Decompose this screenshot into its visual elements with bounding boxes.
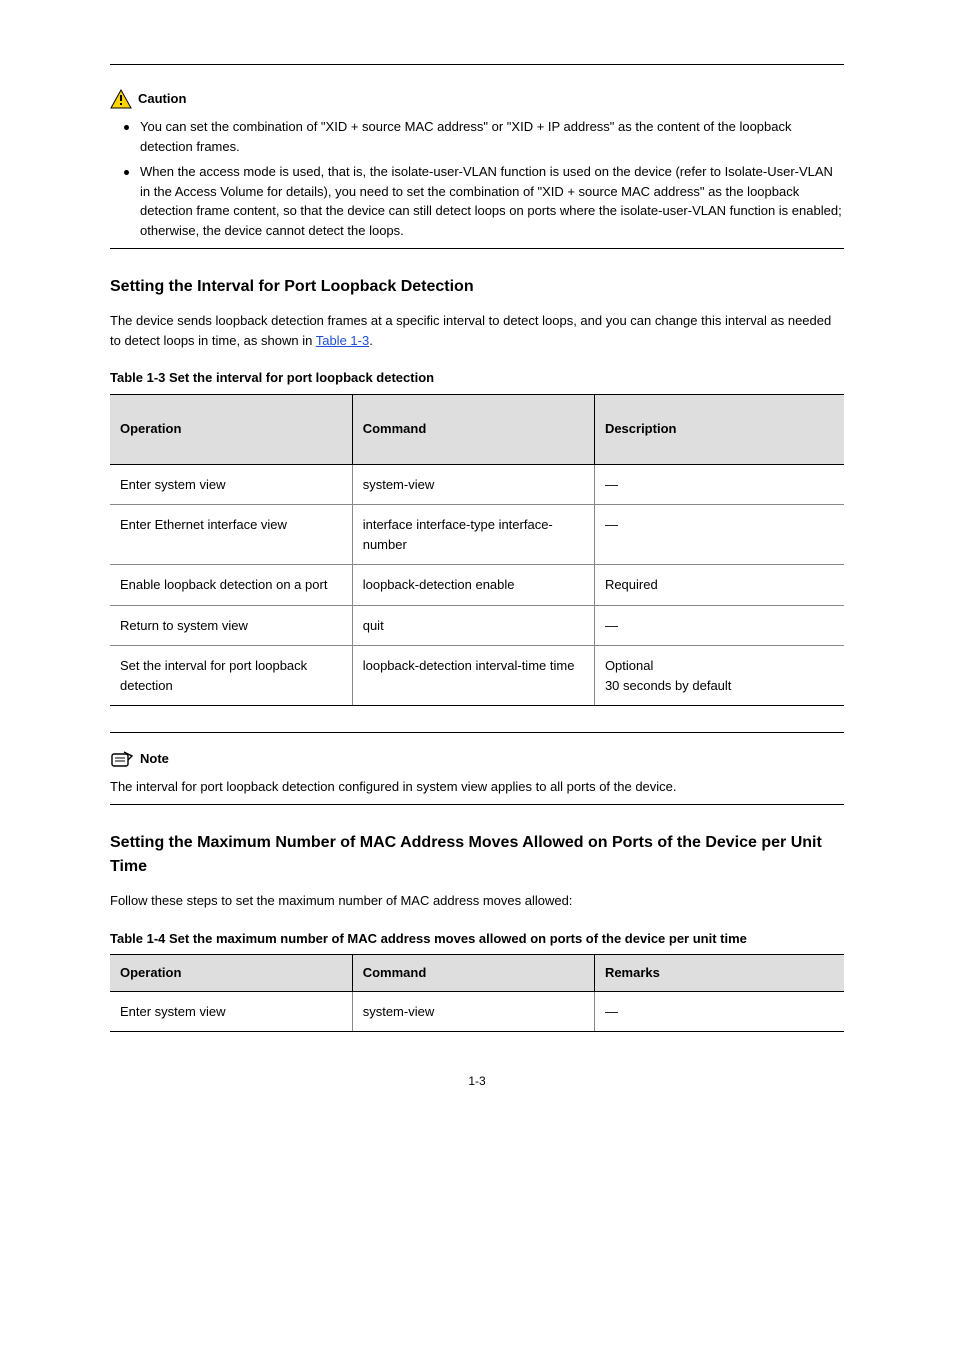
cell-command: loopback-detection enable (352, 565, 594, 606)
page-number: 1-3 (110, 1072, 844, 1090)
col-command: Command (352, 394, 594, 464)
section1-intro-tail: . (369, 333, 373, 348)
table-row: Set the interval for port loopback detec… (110, 646, 844, 706)
table1-caption: Table 1-3 Set the interval for port loop… (110, 368, 844, 388)
note-bottom-rule (110, 804, 844, 805)
caution-header: Caution (110, 89, 844, 109)
table-header-row: Operation Command Remarks (110, 955, 844, 992)
cell-operation: Enter Ethernet interface view (110, 505, 352, 565)
col-operation: Operation (110, 394, 352, 464)
table-row: Enable loopback detection on a port loop… (110, 565, 844, 606)
cell-operation: Return to system view (110, 605, 352, 646)
table-loopback-interval: Operation Command Description Enter syst… (110, 394, 844, 707)
note-callout: Note The interval for port loopback dete… (110, 749, 844, 796)
top-rule (110, 64, 844, 65)
note-body: The interval for port loopback detection… (110, 777, 844, 797)
caution-list: You can set the combination of "XID + so… (110, 117, 844, 240)
table-mac-moves: Operation Command Remarks Enter system v… (110, 954, 844, 1032)
cell-operation: Enable loopback detection on a port (110, 565, 352, 606)
col-command: Command (352, 955, 594, 992)
list-item: You can set the combination of "XID + so… (110, 117, 844, 156)
caution-icon (110, 89, 132, 109)
list-item: When the access mode is used, that is, t… (110, 162, 844, 240)
cell-operation: Set the interval for port loopback detec… (110, 646, 352, 706)
cell-command: quit (352, 605, 594, 646)
col-remarks: Remarks (594, 955, 844, 992)
table-row: Return to system view quit — (110, 605, 844, 646)
table-reference-link[interactable]: Table 1-3 (316, 333, 369, 348)
note-title: Note (140, 749, 169, 769)
caution-item-text: When the access mode is used, that is, t… (140, 164, 842, 238)
cell-description: — (594, 464, 844, 505)
caution-callout: Caution You can set the combination of "… (110, 89, 844, 240)
page-body: Caution You can set the combination of "… (0, 0, 954, 1130)
note-top-rule (110, 732, 844, 733)
caution-bottom-rule (110, 248, 844, 249)
table-row: Enter system view system-view — (110, 991, 844, 1032)
cell-description: Optional 30 seconds by default (594, 646, 844, 706)
cell-description: — (594, 505, 844, 565)
caution-item-text: You can set the combination of "XID + so… (140, 119, 792, 154)
section1-paragraph: The device sends loopback detection fram… (110, 311, 844, 350)
cell-remarks: — (594, 991, 844, 1032)
col-description: Description (594, 394, 844, 464)
col-operation: Operation (110, 955, 352, 992)
table-row: Enter Ethernet interface view interface … (110, 505, 844, 565)
note-icon (110, 750, 134, 768)
cell-operation: Enter system view (110, 991, 352, 1032)
table-row: Enter system view system-view — (110, 464, 844, 505)
cell-command: system-view (352, 464, 594, 505)
table-header-row: Operation Command Description (110, 394, 844, 464)
cell-description: Required (594, 565, 844, 606)
cell-operation: Enter system view (110, 464, 352, 505)
cell-command: system-view (352, 991, 594, 1032)
cell-command: loopback-detection interval-time time (352, 646, 594, 706)
caution-title: Caution (138, 89, 186, 109)
section1-intro-text: The device sends loopback detection fram… (110, 313, 831, 348)
section2-intro: Follow these steps to set the maximum nu… (110, 891, 844, 911)
section-heading-mac-moves: Setting the Maximum Number of MAC Addres… (110, 831, 844, 879)
table2-caption: Table 1-4 Set the maximum number of MAC … (110, 929, 844, 949)
cell-command: interface interface-type interface-numbe… (352, 505, 594, 565)
cell-description: — (594, 605, 844, 646)
note-header: Note (110, 749, 844, 769)
section-heading-interval: Setting the Interval for Port Loopback D… (110, 275, 844, 299)
